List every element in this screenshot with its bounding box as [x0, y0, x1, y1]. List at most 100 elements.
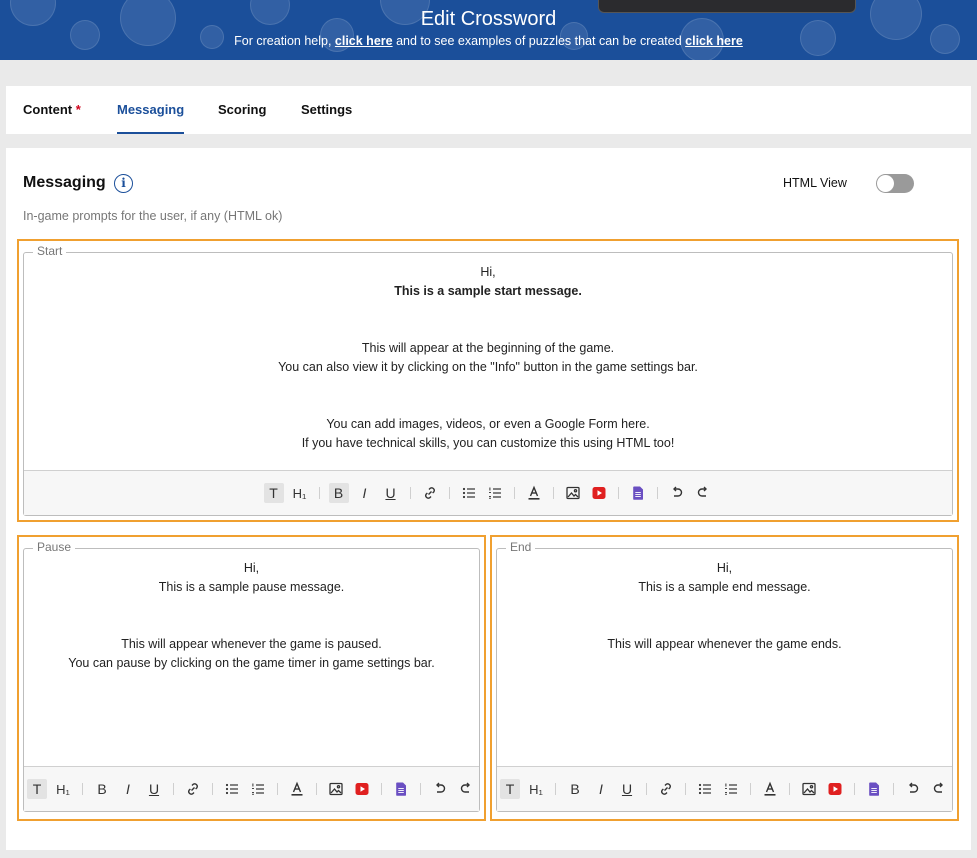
- toolbar-separator: [656, 487, 658, 499]
- italic-icon[interactable]: I: [591, 779, 611, 799]
- google-form-icon[interactable]: [628, 483, 648, 503]
- heading-icon[interactable]: H₁: [290, 483, 310, 503]
- link-icon[interactable]: [420, 483, 440, 503]
- text-color-icon[interactable]: [287, 779, 307, 799]
- toolbar-separator: [420, 783, 421, 795]
- link-icon[interactable]: [656, 779, 676, 799]
- underline-icon[interactable]: U: [617, 779, 637, 799]
- bold-text: This is a sample start message.: [394, 284, 582, 298]
- toolbar-separator: [513, 487, 515, 499]
- bold-icon[interactable]: B: [565, 779, 585, 799]
- toolbar-separator: [750, 783, 751, 795]
- toolbar-separator: [646, 783, 647, 795]
- section-title: Messaging: [23, 174, 106, 191]
- heading-icon[interactable]: H₁: [53, 779, 73, 799]
- toolbar-separator: [173, 783, 174, 795]
- toolbar-separator: [212, 783, 213, 795]
- help-middle: and to see examples of puzzles that can …: [392, 34, 686, 48]
- editor-legend: Pause: [33, 540, 76, 554]
- tab-messaging[interactable]: Messaging: [117, 102, 185, 134]
- content-line: [24, 301, 952, 320]
- toolbar-separator: [448, 487, 450, 499]
- examples-link[interactable]: click here: [685, 34, 743, 48]
- editor-toolbar: T H₁ B I U: [497, 766, 952, 811]
- editor-toolbar: T H₁ B I U: [24, 470, 952, 515]
- italic-icon[interactable]: I: [118, 779, 138, 799]
- editor-content[interactable]: Hi, This is a sample end message. This wil…: [497, 559, 952, 654]
- creation-help-link[interactable]: click here: [335, 34, 393, 48]
- content-line: [24, 396, 952, 415]
- redo-icon[interactable]: [693, 483, 713, 503]
- content-line: You can pause by clicking on the game ti…: [68, 656, 435, 670]
- toolbar-separator: [685, 783, 686, 795]
- google-form-icon[interactable]: [864, 779, 884, 799]
- required-mark: *: [75, 102, 81, 117]
- tab-scoring[interactable]: Scoring: [218, 102, 266, 117]
- youtube-icon[interactable]: [352, 779, 372, 799]
- undo-icon[interactable]: [430, 779, 450, 799]
- link-icon[interactable]: [183, 779, 203, 799]
- text-color-icon[interactable]: [760, 779, 780, 799]
- youtube-icon[interactable]: [825, 779, 845, 799]
- end-message-editor[interactable]: End Hi, This is a sample end message. This…: [496, 540, 953, 812]
- text-format-icon[interactable]: T: [27, 779, 47, 799]
- toolbar-separator: [381, 783, 382, 795]
- content-line: This will appear at the beginning of the…: [361, 341, 615, 355]
- numbered-list-icon[interactable]: [721, 779, 741, 799]
- editor-toolbar: T H₁ B I U: [24, 766, 479, 811]
- italic-icon[interactable]: I: [355, 483, 375, 503]
- content-line: [497, 616, 952, 635]
- bullet-list-icon[interactable]: [695, 779, 715, 799]
- bold-icon[interactable]: B: [328, 483, 349, 503]
- toggle-knob: [877, 175, 894, 192]
- youtube-icon[interactable]: [589, 483, 609, 503]
- toolbar-separator: [82, 783, 83, 795]
- editor-content[interactable]: Hi, This is a sample pause message. This w…: [24, 559, 479, 673]
- toolbar-separator: [318, 487, 320, 499]
- info-icon[interactable]: i: [114, 174, 133, 193]
- tab-bar: Content * Messaging Scoring Settings: [6, 86, 971, 134]
- start-message-editor[interactable]: Start Hi, This is a sample start message.…: [23, 244, 953, 516]
- html-view-label: HTML View: [783, 176, 847, 190]
- content-line: This is a sample start message.: [24, 282, 952, 301]
- tab-content[interactable]: Content *: [23, 102, 81, 117]
- image-icon[interactable]: [799, 779, 819, 799]
- content-line: This is a sample end message.: [638, 580, 811, 594]
- underline-icon[interactable]: U: [381, 483, 401, 503]
- editor-content[interactable]: Hi, This is a sample start message. This w…: [24, 263, 952, 453]
- numbered-list-icon[interactable]: [248, 779, 268, 799]
- image-icon[interactable]: [326, 779, 346, 799]
- bold-icon[interactable]: B: [92, 779, 112, 799]
- toolbar-separator: [789, 783, 790, 795]
- heading-icon[interactable]: H₁: [526, 779, 546, 799]
- content-line: You can also view it by clicking on the …: [278, 360, 698, 374]
- help-text: For creation help, click here and to see…: [0, 34, 977, 48]
- undo-icon[interactable]: [667, 483, 687, 503]
- text-format-icon[interactable]: T: [500, 779, 520, 799]
- html-view-toggle[interactable]: [876, 174, 914, 193]
- bullet-list-icon[interactable]: [222, 779, 242, 799]
- content-line: Hi,: [716, 561, 733, 575]
- help-prefix: For creation help,: [234, 34, 335, 48]
- toolbar-separator: [409, 487, 411, 499]
- content-line: You can add images, videos, or even a Go…: [326, 417, 650, 431]
- content-line: [24, 377, 952, 396]
- redo-icon[interactable]: [456, 779, 476, 799]
- undo-icon[interactable]: [903, 779, 923, 799]
- text-format-icon[interactable]: T: [263, 483, 284, 503]
- content-line: If you have technical skills, you can cu…: [301, 436, 675, 450]
- image-icon[interactable]: [563, 483, 583, 503]
- content-line: [497, 597, 952, 616]
- numbered-list-icon[interactable]: [485, 483, 505, 503]
- text-color-icon[interactable]: [524, 483, 544, 503]
- tab-settings[interactable]: Settings: [301, 102, 352, 117]
- toolbar-separator: [893, 783, 894, 795]
- google-form-icon[interactable]: [391, 779, 411, 799]
- bullet-list-icon[interactable]: [459, 483, 479, 503]
- underline-icon[interactable]: U: [144, 779, 164, 799]
- redo-icon[interactable]: [929, 779, 949, 799]
- content-line: Hi,: [243, 561, 260, 575]
- pause-message-editor[interactable]: Pause Hi, This is a sample pause message.…: [23, 540, 480, 812]
- section-subtitle: In-game prompts for the user, if any (HT…: [23, 209, 283, 223]
- editor-legend: Start: [33, 244, 67, 258]
